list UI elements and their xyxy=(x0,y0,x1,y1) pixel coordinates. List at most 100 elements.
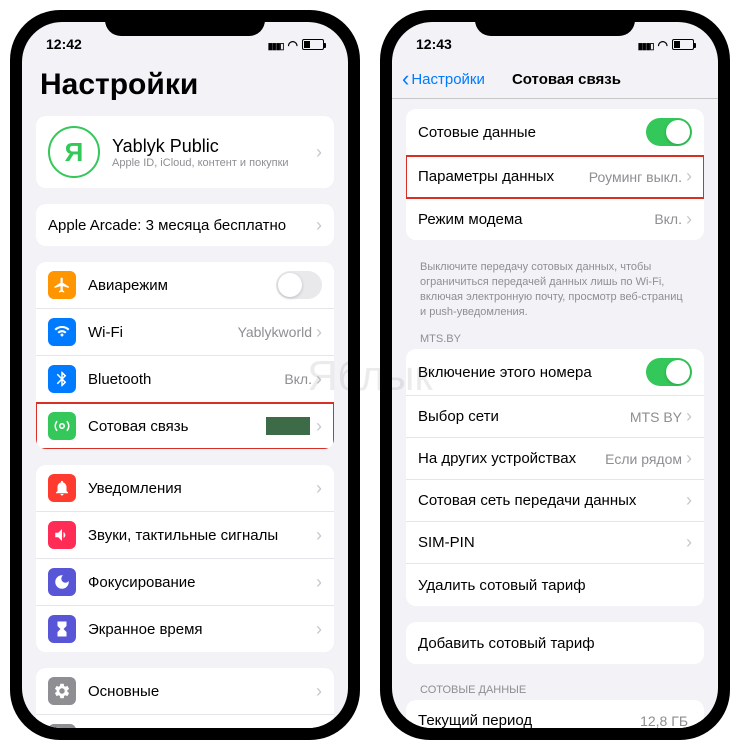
focus-row[interactable]: Фокусирование › xyxy=(36,559,334,606)
delete-plan-label: Удалить сотовый тариф xyxy=(418,577,692,594)
chevron-icon: › xyxy=(316,142,322,163)
phone-right: 12:43 ‹ Настройки Сотовая связь Сотовые … xyxy=(380,10,730,740)
usage-group: Текущий период 12,8 ГБ Текущий период ро… xyxy=(406,700,704,728)
chevron-icon: › xyxy=(316,215,322,236)
settings-content[interactable]: Настройки Я Yablyk Public Apple ID, iClo… xyxy=(22,60,348,728)
wifi-row-icon xyxy=(48,318,76,346)
chevron-left-icon: ‹ xyxy=(402,66,409,92)
profile-name: Yablyk Public xyxy=(112,136,316,157)
promo-label: Apple Arcade: 3 месяца бесплатно xyxy=(48,217,316,234)
status-indicators xyxy=(638,36,694,52)
chevron-icon: › xyxy=(686,532,692,553)
screentime-row[interactable]: Экранное время › xyxy=(36,606,334,652)
airplane-row[interactable]: Авиарежим xyxy=(36,262,334,309)
screen-right: 12:43 ‹ Настройки Сотовая связь Сотовые … xyxy=(392,22,718,728)
chevron-icon: › xyxy=(686,448,692,469)
wifi-value: Yablykworld xyxy=(238,324,312,340)
sounds-label: Звуки, тактильные сигналы xyxy=(88,527,316,544)
notifications-label: Уведомления xyxy=(88,480,316,497)
general-label: Основные xyxy=(88,683,316,700)
airplane-toggle[interactable] xyxy=(276,271,322,299)
other-devices-row[interactable]: На других устройствах Если рядом › xyxy=(406,438,704,480)
bluetooth-icon xyxy=(48,365,76,393)
cellular-data-label: Сотовые данные xyxy=(418,124,646,141)
general-row[interactable]: Основные › xyxy=(36,668,334,715)
cellular-data-row[interactable]: Сотовые данные xyxy=(406,109,704,156)
other-devices-value: Если рядом xyxy=(605,451,682,467)
enable-line-row[interactable]: Включение этого номера xyxy=(406,349,704,396)
nav-bar: ‹ Настройки Сотовая связь xyxy=(392,60,718,99)
focus-label: Фокусирование xyxy=(88,574,316,591)
bluetooth-label: Bluetooth xyxy=(88,371,284,388)
profile-sub: Apple ID, iCloud, контент и покупки xyxy=(112,157,316,169)
notch xyxy=(105,10,265,36)
chevron-icon: › xyxy=(316,681,322,702)
chevron-icon: › xyxy=(316,369,322,390)
speaker-icon xyxy=(48,521,76,549)
data-options-row[interactable]: Параметры данных Роуминг выкл. › xyxy=(406,156,704,198)
signal-icon xyxy=(268,36,284,52)
sliders-icon xyxy=(48,724,76,728)
cellular-content[interactable]: Сотовые данные Параметры данных Роуминг … xyxy=(392,99,718,728)
enable-line-label: Включение этого номера xyxy=(418,364,646,381)
footer-text: Выключите передачу сотовых данных, чтобы… xyxy=(406,256,704,329)
phone-left: 12:42 Настройки Я Yablyk Public Apple ID… xyxy=(10,10,360,740)
bluetooth-row[interactable]: Bluetooth Вкл. › xyxy=(36,356,334,403)
enable-line-toggle[interactable] xyxy=(646,358,692,386)
network-label: Выбор сети xyxy=(418,408,630,425)
cellular-icon xyxy=(48,412,76,440)
avatar: Я xyxy=(48,126,100,178)
bell-icon xyxy=(48,474,76,502)
notch xyxy=(475,10,635,36)
screen-left: 12:42 Настройки Я Yablyk Public Apple ID… xyxy=(22,22,348,728)
chevron-icon: › xyxy=(686,406,692,427)
cellular-network-label: Сотовая сеть передачи данных xyxy=(418,492,686,509)
profile-row[interactable]: Я Yablyk Public Apple ID, iCloud, контен… xyxy=(36,116,334,188)
hotspot-value: Вкл. xyxy=(654,211,682,227)
section-header-carrier: MTS.BY xyxy=(406,329,704,349)
cellular-row[interactable]: Сотовая связь › xyxy=(36,403,334,449)
screentime-label: Экранное время xyxy=(88,621,316,638)
time: 12:42 xyxy=(46,36,82,52)
hotspot-label: Режим модема xyxy=(418,211,654,228)
current-period-value: 12,8 ГБ xyxy=(640,713,688,728)
carrier-group: Включение этого номера Выбор сети MTS BY… xyxy=(406,349,704,606)
cellular-value-redacted xyxy=(266,417,310,435)
promo-row[interactable]: Apple Arcade: 3 месяца бесплатно › xyxy=(36,204,334,246)
airplane-icon xyxy=(48,271,76,299)
profile-group: Я Yablyk Public Apple ID, iCloud, контен… xyxy=(36,116,334,188)
control-center-row[interactable]: Пункт управления › xyxy=(36,715,334,728)
sounds-row[interactable]: Звуки, тактильные сигналы › xyxy=(36,512,334,559)
wifi-row[interactable]: Wi-Fi Yablykworld › xyxy=(36,309,334,356)
notifications-group: Уведомления › Звуки, тактильные сигналы … xyxy=(36,465,334,652)
cellular-data-group: Сотовые данные Параметры данных Роуминг … xyxy=(406,109,704,240)
network-row[interactable]: Выбор сети MTS BY › xyxy=(406,396,704,438)
battery-icon xyxy=(302,39,324,50)
sim-pin-row[interactable]: SIM-PIN › xyxy=(406,522,704,564)
wifi-icon xyxy=(288,36,298,52)
add-plan-label: Добавить сотовый тариф xyxy=(418,635,692,652)
wifi-label: Wi-Fi xyxy=(88,324,238,341)
chevron-icon: › xyxy=(316,619,322,640)
nav-title: Сотовая связь xyxy=(425,71,708,88)
page-title: Настройки xyxy=(40,68,334,102)
data-options-value: Роуминг выкл. xyxy=(589,169,682,185)
time: 12:43 xyxy=(416,36,452,52)
current-period-row[interactable]: Текущий период 12,8 ГБ xyxy=(406,700,704,728)
cellular-network-row[interactable]: Сотовая сеть передачи данных › xyxy=(406,480,704,522)
cellular-data-toggle[interactable] xyxy=(646,118,692,146)
bluetooth-value: Вкл. xyxy=(284,371,312,387)
chevron-icon: › xyxy=(686,490,692,511)
airplane-label: Авиарежим xyxy=(88,277,276,294)
chevron-icon: › xyxy=(316,416,322,437)
general-group: Основные › Пункт управления › AA Экран и… xyxy=(36,668,334,728)
sim-pin-label: SIM-PIN xyxy=(418,534,686,551)
delete-plan-row[interactable]: Удалить сотовый тариф xyxy=(406,564,704,606)
hotspot-row[interactable]: Режим модема Вкл. › xyxy=(406,198,704,240)
connectivity-group: Авиарежим Wi-Fi Yablykworld › Bluetooth … xyxy=(36,262,334,449)
chevron-icon: › xyxy=(316,322,322,343)
chevron-icon: › xyxy=(686,209,692,230)
add-plan-row[interactable]: Добавить сотовый тариф xyxy=(406,622,704,664)
moon-icon xyxy=(48,568,76,596)
notifications-row[interactable]: Уведомления › xyxy=(36,465,334,512)
